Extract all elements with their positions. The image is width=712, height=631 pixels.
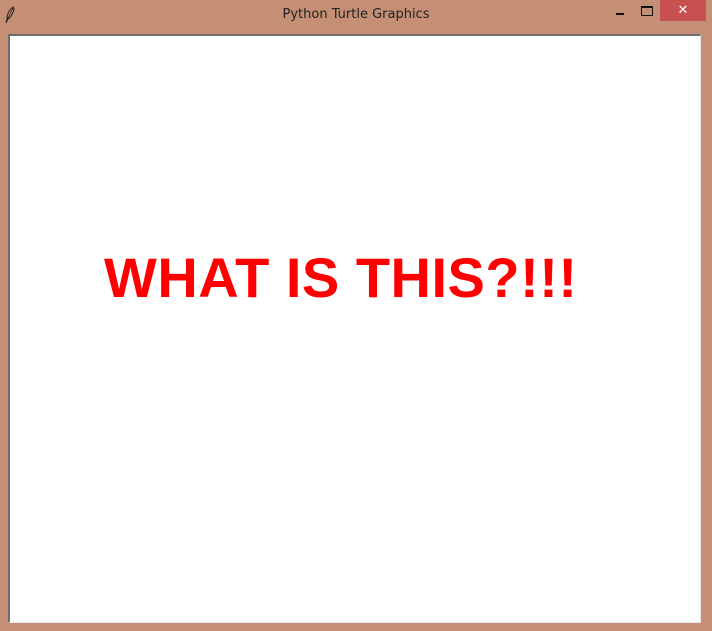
turtle-window: Python Turtle Graphics ✕ WHAT IS THIS?!!… (0, 0, 712, 631)
close-icon: ✕ (677, 3, 689, 18)
canvas-text: WHAT IS THIS?!!! (104, 246, 578, 309)
minimize-icon (616, 13, 624, 15)
minimize-button[interactable] (606, 0, 633, 23)
feather-icon[interactable] (4, 6, 16, 24)
turtle-canvas[interactable]: WHAT IS THIS?!!! (8, 34, 701, 623)
canvas-drawing-area: WHAT IS THIS?!!! (13, 39, 697, 619)
title-bar[interactable]: Python Turtle Graphics ✕ (0, 0, 712, 33)
close-button[interactable]: ✕ (660, 0, 706, 21)
maximize-button[interactable] (633, 0, 660, 23)
maximize-icon (641, 6, 653, 16)
